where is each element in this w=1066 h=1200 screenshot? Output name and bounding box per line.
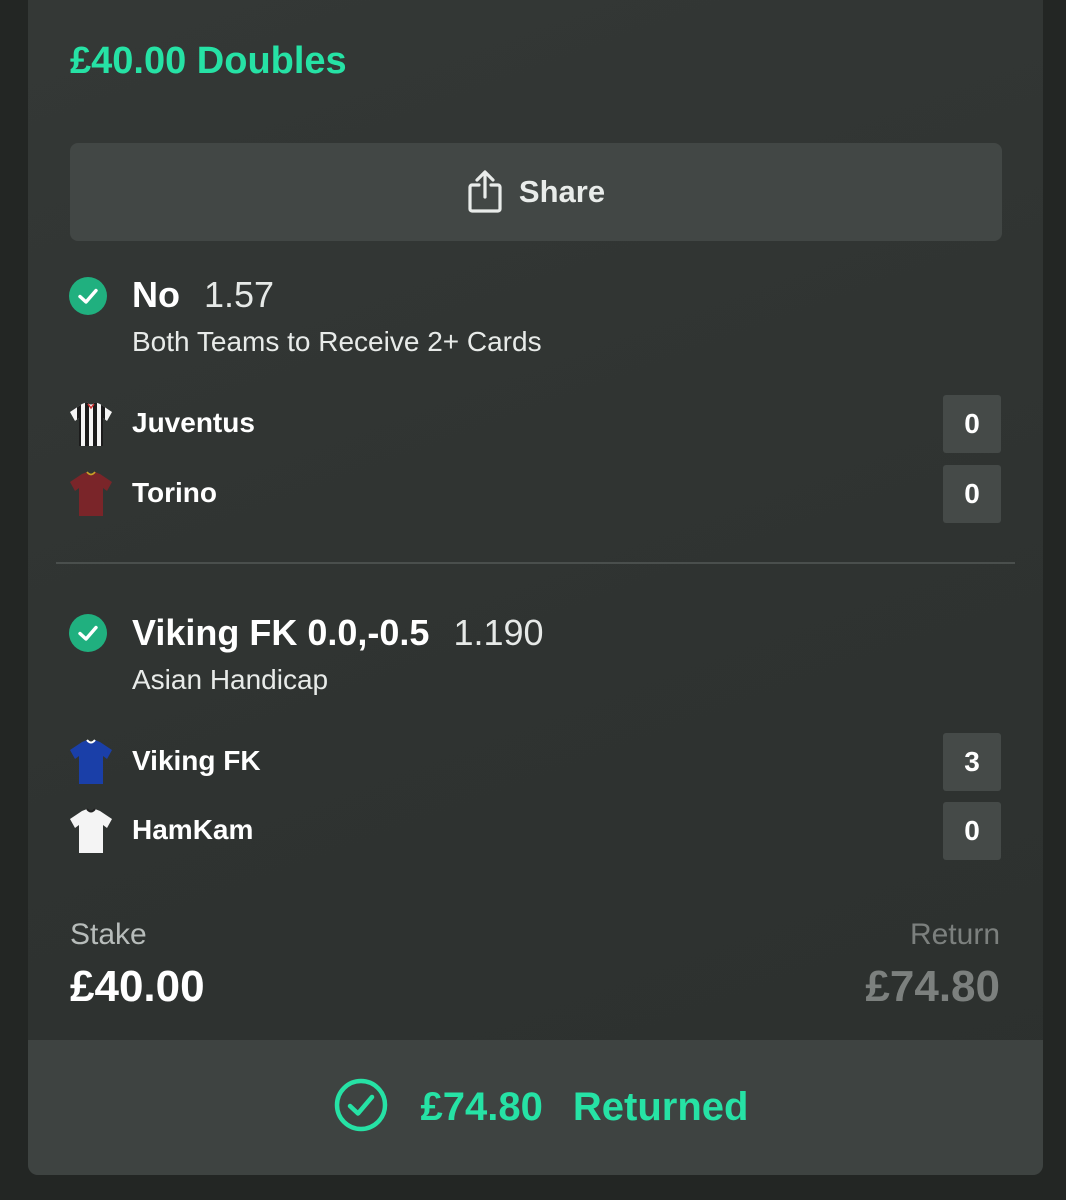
returned-status: Returned (572, 1085, 749, 1129)
team-score: 0 (943, 465, 1001, 523)
selection-name: Viking FK 0.0,-0.5 (132, 612, 430, 653)
selection-line: No 1.57 (132, 274, 274, 316)
returned-amount: £74.80 (420, 1085, 543, 1129)
share-button[interactable]: Share (70, 143, 1002, 241)
team-score: 0 (943, 395, 1001, 453)
viking-shirt-icon (68, 739, 114, 785)
team-row: Juventus 0 (28, 395, 1043, 453)
selection-line: Viking FK 0.0,-0.5 1.190 (132, 612, 544, 654)
hamkam-shirt-icon (68, 808, 114, 854)
team-row: HamKam 0 (28, 802, 1043, 860)
check-icon (69, 277, 107, 315)
returned-status-bar: £74.80 Returned (28, 1040, 1043, 1175)
share-label: Share (518, 174, 606, 209)
team-name: Juventus (132, 407, 255, 438)
team-name: Viking FK (132, 745, 261, 776)
selection-odds: 1.190 (453, 612, 544, 653)
team-name: Torino (132, 477, 218, 508)
share-icon (467, 170, 503, 214)
stake-label: Stake (70, 918, 147, 951)
selection-odds: 1.57 (204, 274, 275, 315)
check-icon (69, 614, 107, 652)
market-name: Both Teams to Receive 2+ Cards (132, 326, 542, 357)
selection-name: No (132, 274, 180, 315)
check-circle-icon (333, 1077, 389, 1138)
leg-divider (56, 562, 1015, 564)
return-label: Return (909, 918, 1000, 951)
return-value: £74.80 (865, 962, 1000, 1011)
bet-title: £40.00 Doubles (70, 40, 347, 82)
stake-value: £40.00 (70, 962, 205, 1011)
team-row: Torino 0 (28, 465, 1043, 523)
team-score: 3 (943, 733, 1001, 791)
team-score: 0 (943, 802, 1001, 860)
team-row: Viking FK 3 (28, 733, 1043, 791)
market-name: Asian Handicap (132, 664, 329, 695)
juventus-shirt-icon (68, 401, 114, 447)
bet-card: £40.00 Doubles Share No 1.57 Both Teams t… (28, 0, 1043, 1175)
torino-shirt-icon (68, 471, 114, 517)
team-name: HamKam (132, 814, 254, 845)
